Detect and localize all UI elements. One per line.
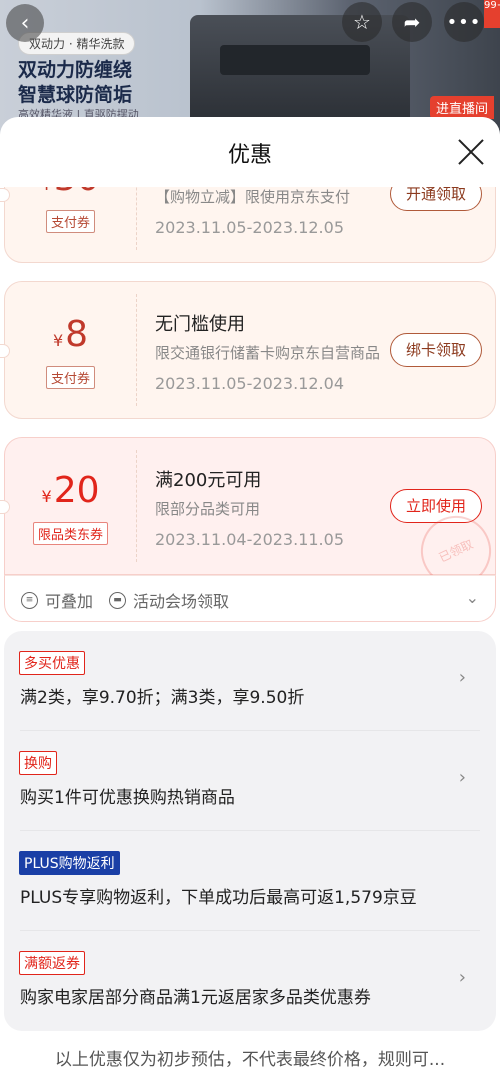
coupon-card: ¥20 限品类东券 满200元可用 限部分品类可用 2023.11.04-202…: [0, 437, 500, 598]
live-stream-button[interactable]: 进直播间: [429, 96, 494, 119]
coupon-type-label: 限品类东券: [32, 522, 108, 545]
list-item[interactable]: 多买优惠 满2类，享9.70折；满3类，享9.50折 ›: [4, 631, 496, 731]
promo-text: 满2类，享9.70折；满3类，享9.50折: [20, 688, 305, 708]
offers-content[interactable]: ¥30 支付券 【购物立减】限使用京东支付 2023.11.05-2023.12…: [0, 187, 500, 1070]
promo-tag: 多买优惠: [19, 651, 85, 675]
banner-headline-1: 双动力防缠绕: [18, 59, 133, 81]
promo-tag: 满额返券: [19, 951, 85, 975]
coupon-title: 无门槛使用: [155, 314, 245, 335]
coupon-date: 2023.11.05-2023.12.05: [155, 218, 344, 237]
coupon-type: 支付券: [5, 210, 136, 233]
chevron-right-icon: ›: [458, 767, 466, 788]
coupon-title: 满200元可用: [155, 470, 262, 491]
coupon-claim-button[interactable]: 开通领取: [390, 187, 482, 211]
coupon-desc: 【购物立减】限使用京东支付: [155, 188, 351, 206]
coupon-desc: 限交通银行储蓄卡购京东自营商品: [155, 344, 380, 362]
currency-symbol: ¥: [41, 487, 52, 506]
coupon-value: 20: [53, 470, 100, 511]
coupon-amount: ¥8: [5, 314, 136, 355]
coupon-type: 限品类东券: [5, 522, 136, 545]
star-icon: ☆: [353, 10, 371, 34]
more-button[interactable]: •••: [444, 2, 484, 42]
washer-panel: [220, 45, 370, 75]
coupon-card: ¥8 支付券 无门槛使用 限交通银行储蓄卡购京东自营商品 2023.11.05-…: [0, 281, 496, 419]
offers-sheet: 优惠 ¥30 支付券 【购物立减】限使用京东支付 2023.11.05-2023…: [0, 117, 500, 1070]
promo-tag: 换购: [19, 751, 57, 775]
coupon-desc: 限部分品类可用: [155, 500, 261, 518]
stackable-label: 可叠加: [45, 592, 94, 611]
stackable-info: ≡ 可叠加: [21, 588, 93, 612]
promo-text: 购家电家居部分商品满1元返居家多品类优惠券: [20, 988, 371, 1008]
banner-headline-2: 智慧球防简垢: [18, 84, 133, 106]
venue-label: 活动会场领取: [133, 592, 230, 611]
coupon-divider: [136, 187, 137, 250]
coupon-footer[interactable]: ≡ 可叠加 ▬ 活动会场领取 ⌄: [4, 575, 496, 622]
sheet-title: 优惠: [227, 143, 272, 168]
stack-icon: ≡: [21, 591, 38, 609]
back-button[interactable]: ‹: [6, 4, 44, 42]
coupon-card: ¥30 支付券 【购物立减】限使用京东支付 2023.11.05-2023.12…: [0, 187, 496, 263]
coupon-amount: ¥20: [5, 470, 136, 511]
chevron-right-icon: ›: [458, 667, 466, 688]
coupon-type: 支付券: [5, 366, 136, 389]
chevron-down-icon[interactable]: ⌄: [466, 588, 479, 607]
disclaimer-text: 以上优惠仅为初步预估，不代表最终价格，规则可...: [54, 1050, 446, 1070]
promotions-list: 多买优惠 满2类，享9.70折；满3类，享9.50折 › 换购 购买1件可优惠换…: [4, 631, 496, 1031]
coupon-type-label: 支付券: [45, 210, 95, 233]
coupon-date: 2023.11.04-2023.11.05: [155, 530, 344, 549]
promo-text: 购买1件可优惠换购热销商品: [20, 788, 235, 808]
sheet-header: 优惠: [0, 117, 500, 187]
coupon-bind-card-button[interactable]: 绑卡领取: [390, 333, 482, 367]
currency-symbol: ¥: [42, 187, 52, 194]
favorite-button[interactable]: ☆: [342, 2, 382, 42]
coupon-divider: [136, 450, 137, 562]
currency-symbol: ¥: [52, 331, 64, 350]
coupon-date: 2023.11.05-2023.12.04: [155, 374, 344, 393]
list-item[interactable]: PLUS购物返利 PLUS专享购物返利，下单成功后最高可返1,579京豆: [4, 831, 496, 931]
coupon-type-label: 支付券: [45, 366, 95, 389]
chevron-right-icon: ›: [458, 967, 466, 988]
venue-info: ▬ 活动会场领取: [109, 588, 229, 612]
coupon-divider: [136, 294, 137, 406]
coupon-value: 8: [65, 314, 89, 355]
ticket-icon: ▬: [109, 591, 126, 609]
coupon-value: 30: [54, 187, 100, 199]
coupon-amount: ¥30: [5, 187, 136, 199]
close-icon[interactable]: [456, 137, 486, 167]
share-button[interactable]: ➦: [392, 2, 432, 42]
list-item[interactable]: 换购 购买1件可优惠换购热销商品 ›: [4, 731, 496, 831]
badge-count: 99+: [484, 0, 500, 28]
chevron-left-icon: ‹: [20, 10, 30, 36]
promo-text: PLUS专享购物返利，下单成功后最高可返1,579京豆: [20, 888, 417, 908]
promo-tag: PLUS购物返利: [19, 851, 120, 875]
share-icon: ➦: [403, 10, 421, 34]
list-item[interactable]: 满额返券 购家电家居部分商品满1元返居家多品类优惠券 ›: [4, 931, 496, 1031]
more-dots-icon: •••: [446, 11, 482, 33]
